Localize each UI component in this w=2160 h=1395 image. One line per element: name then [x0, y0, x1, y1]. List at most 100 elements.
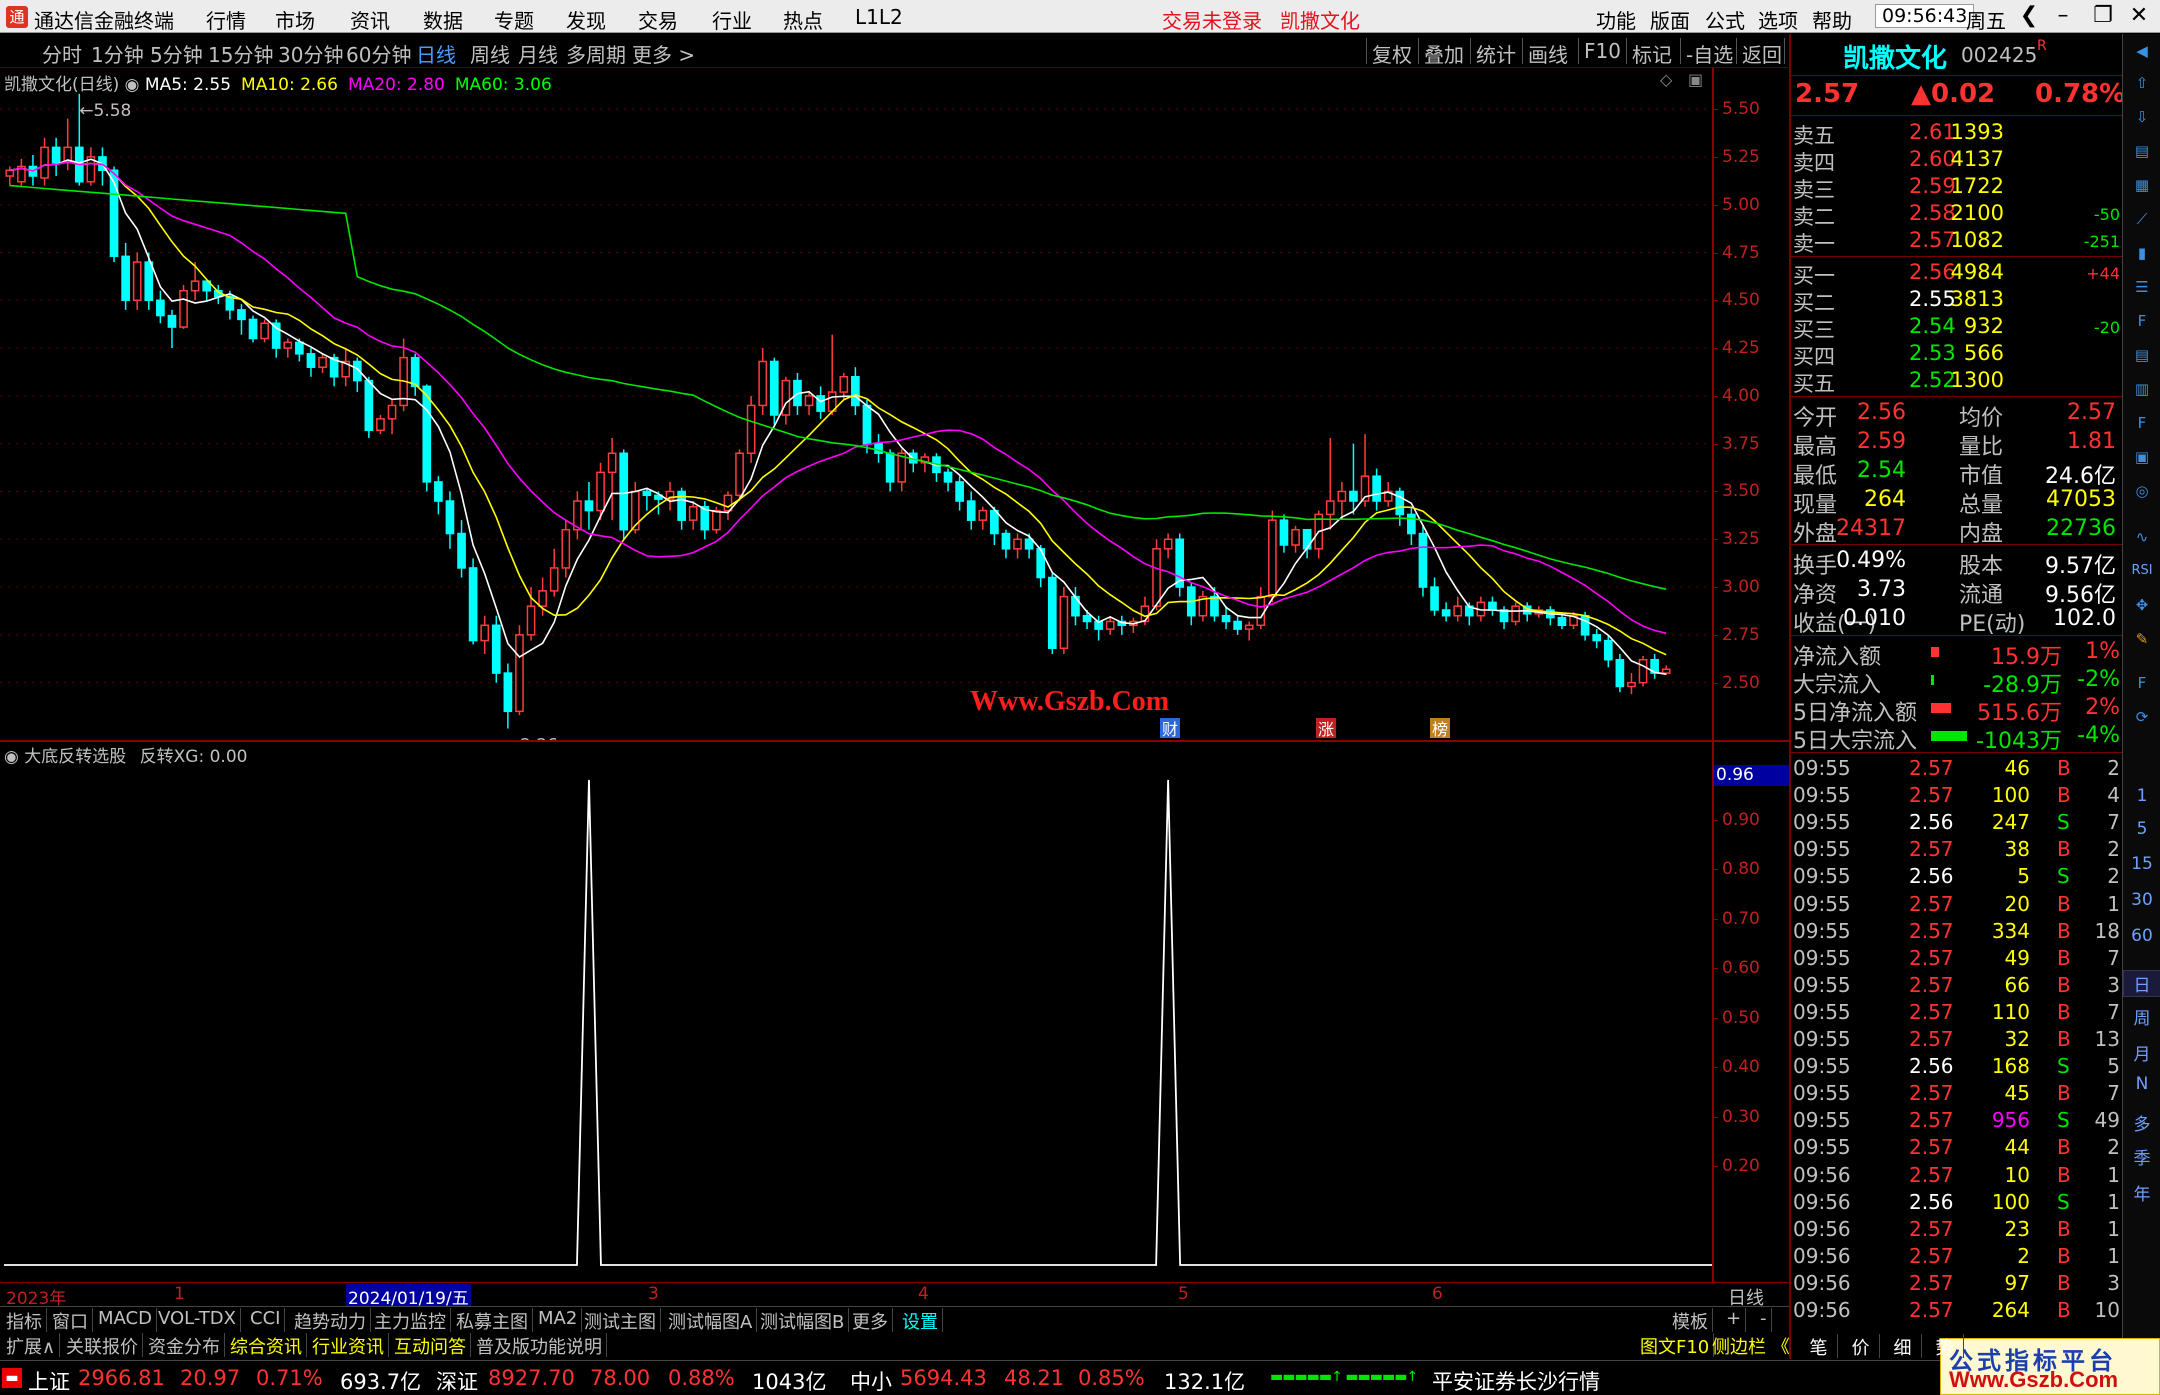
- trend-icon[interactable]: ⟋: [2129, 206, 2155, 232]
- chart-layout-icon[interactable]: ▣: [1688, 70, 1703, 89]
- sidebar-period-button[interactable]: 日: [2123, 970, 2160, 997]
- layout-icon[interactable]: ▣: [2129, 444, 2155, 470]
- candle-body[interactable]: [943, 471, 953, 483]
- login-status[interactable]: 交易未登录: [1162, 5, 1262, 34]
- right-menu-item[interactable]: 选项: [1758, 5, 1798, 34]
- candle-body[interactable]: [1418, 532, 1428, 588]
- pen-icon[interactable]: ✎: [2129, 626, 2155, 652]
- candle-body[interactable]: [51, 146, 61, 164]
- candle-body[interactable]: [746, 404, 756, 454]
- candle-body[interactable]: [5, 169, 15, 177]
- candle-body[interactable]: [295, 341, 304, 355]
- template-control[interactable]: +: [1722, 1308, 1747, 1332]
- chart-tool-button[interactable]: 叠加: [1424, 39, 1464, 68]
- candle-body[interactable]: [1221, 614, 1231, 623]
- candle-body[interactable]: [121, 255, 130, 302]
- up-arrow-icon[interactable]: ⇧: [2129, 70, 2155, 96]
- indicator-tab[interactable]: 测试幅图A: [664, 1308, 758, 1333]
- chart-tool-button[interactable]: 统计: [1476, 39, 1516, 68]
- menu-item[interactable]: 行情: [206, 5, 246, 34]
- candle-body[interactable]: [723, 494, 733, 512]
- rsi-icon[interactable]: RSI: [2129, 558, 2155, 584]
- candle-body[interactable]: [1407, 513, 1416, 535]
- f12-icon[interactable]: F: [2129, 410, 2155, 436]
- sidebar-period-button[interactable]: N: [2123, 1074, 2160, 1094]
- back-icon[interactable]: ❮: [2012, 2, 2046, 30]
- bid-row[interactable]: 买三 2.54 932 -20: [1791, 314, 2124, 342]
- candle-body[interactable]: [596, 471, 605, 512]
- chart-tool-button[interactable]: 画线: [1528, 39, 1568, 68]
- candle-body[interactable]: [769, 360, 779, 416]
- candle-body[interactable]: [480, 624, 490, 642]
- candle-body[interactable]: [851, 376, 860, 407]
- template-control[interactable]: -: [1756, 1308, 1772, 1332]
- period-tab[interactable]: 日线: [416, 39, 456, 68]
- f10-icon[interactable]: F: [2129, 308, 2155, 334]
- extension-tab[interactable]: 扩展∧: [2, 1333, 61, 1358]
- candle-body[interactable]: [457, 532, 466, 569]
- candle-body[interactable]: [1279, 519, 1289, 546]
- ask-row[interactable]: 卖三 2.59 1722: [1791, 174, 2124, 202]
- chart-tool-button[interactable]: 标记: [1632, 39, 1672, 68]
- sidebar-period-button[interactable]: 周: [2123, 1004, 2160, 1029]
- candle-body[interactable]: [167, 314, 177, 328]
- candle-body[interactable]: [132, 261, 142, 302]
- candle-body[interactable]: [526, 605, 536, 636]
- candle-body[interactable]: [688, 506, 698, 521]
- close-icon[interactable]: ✕: [2122, 2, 2156, 30]
- candle-body[interactable]: [978, 509, 988, 521]
- indicator-tab[interactable]: 趋势动力: [290, 1308, 371, 1333]
- candle-body[interactable]: [1256, 595, 1266, 627]
- sidebar-period-button[interactable]: 1: [2123, 786, 2160, 806]
- chart-zoom-icon[interactable]: ◇: [1660, 70, 1672, 89]
- candle-body[interactable]: [862, 404, 872, 445]
- indicator-tab[interactable]: 更多: [848, 1308, 893, 1333]
- sidebar-period-button[interactable]: 年: [2123, 1180, 2160, 1205]
- bid-row[interactable]: 买二 2.55 3813: [1791, 287, 2124, 315]
- candle-body[interactable]: [503, 672, 513, 713]
- chart-icon[interactable]: ▤: [2129, 138, 2155, 164]
- sidebar-period-button[interactable]: 60: [2123, 926, 2160, 946]
- period-tab[interactable]: 更多 >: [632, 39, 695, 68]
- broker-name[interactable]: 平安证券长沙行情: [1432, 1366, 1600, 1395]
- menu-item[interactable]: 资讯: [350, 5, 390, 34]
- ask-row[interactable]: 卖一 2.57 1082 -251: [1791, 228, 2124, 256]
- bid-row[interactable]: 买五 2.52 1300: [1791, 368, 2124, 396]
- candle-body[interactable]: [40, 146, 49, 179]
- indicator-tab[interactable]: 测试幅图B: [756, 1308, 850, 1333]
- extension-tab[interactable]: 行业资讯: [308, 1333, 389, 1358]
- news-icon[interactable]: ▤: [2129, 342, 2155, 368]
- tick-view-tab[interactable]: 细: [1884, 1334, 1922, 1359]
- indicator-tab[interactable]: MA2: [534, 1308, 583, 1332]
- candle-body[interactable]: [619, 452, 629, 531]
- table-icon[interactable]: ▦: [2129, 172, 2155, 198]
- right-menu-item[interactable]: 版面: [1650, 5, 1690, 34]
- search-icon[interactable]: ◎: [2129, 478, 2155, 504]
- candle-body[interactable]: [491, 624, 501, 674]
- minimize-icon[interactable]: –: [2046, 2, 2080, 30]
- menu-item[interactable]: 专题: [494, 5, 534, 34]
- tick-view-tab[interactable]: 笔: [1800, 1334, 1838, 1359]
- sidebar-period-button[interactable]: 30: [2123, 890, 2160, 910]
- candle-body[interactable]: [1372, 475, 1381, 502]
- restore-icon[interactable]: ❐: [2086, 2, 2120, 30]
- sidebar-period-button[interactable]: 季: [2123, 1144, 2160, 1169]
- candle-body[interactable]: [260, 322, 269, 340]
- down-arrow-icon[interactable]: ⇩: [2129, 104, 2155, 130]
- sh-label[interactable]: 上证: [28, 1366, 70, 1395]
- zx-label[interactable]: 中小: [850, 1366, 892, 1395]
- indicator-tab[interactable]: 私募主图: [452, 1308, 533, 1333]
- extension-tab[interactable]: 关联报价: [62, 1333, 143, 1358]
- candle-body[interactable]: [642, 490, 652, 497]
- candle-body[interactable]: [955, 481, 964, 502]
- candle-body[interactable]: [584, 500, 594, 512]
- candle-body[interactable]: [1337, 490, 1347, 502]
- extension-tab[interactable]: 综合资讯: [226, 1333, 307, 1358]
- candle-body[interactable]: [885, 452, 895, 483]
- candle-body[interactable]: [1302, 528, 1312, 550]
- candle-body[interactable]: [1603, 639, 1613, 661]
- chart-tool-button[interactable]: F10: [1584, 39, 1621, 63]
- indicator-tab[interactable]: MACD: [94, 1308, 157, 1332]
- candle-body[interactable]: [1580, 614, 1590, 636]
- period-tab[interactable]: 多周期: [566, 39, 626, 68]
